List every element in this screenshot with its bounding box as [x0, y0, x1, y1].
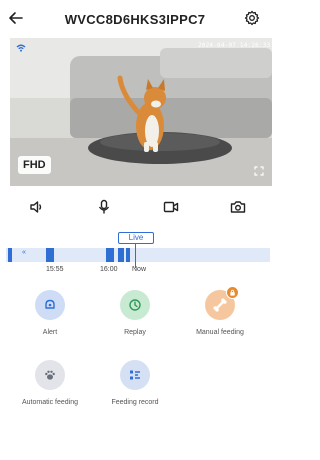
manual-feeding-badge	[226, 286, 239, 299]
replay-label: Replay	[124, 329, 146, 336]
alert-label: Alert	[42, 329, 58, 336]
snapshot-button[interactable]	[225, 194, 251, 220]
microphone-icon	[98, 199, 110, 214]
live-button[interactable]: Live	[118, 232, 154, 244]
recording-segment	[46, 248, 54, 262]
manual-feeding-action[interactable]: Manual feeding	[178, 286, 262, 336]
arrow-left-icon	[9, 12, 23, 24]
list-icon	[130, 370, 140, 380]
automatic-feeding-circle	[35, 360, 65, 390]
timeline-label: 15:55	[46, 266, 64, 273]
alert-circle	[35, 290, 65, 320]
feeding-record-label: Feeding record	[111, 399, 159, 406]
action-grid: Alert Replay Manual feeding Automatic fe…	[0, 286, 270, 420]
paw-icon	[45, 370, 55, 380]
playback-timeline[interactable]: Live « 15:55 16:00 Now	[0, 232, 270, 277]
settings-button[interactable]	[240, 6, 264, 30]
quality-button[interactable]: FHD	[18, 156, 51, 174]
timeline-cursor[interactable]	[135, 244, 136, 268]
recording-segment	[126, 248, 130, 262]
bell-icon	[45, 299, 55, 309]
video-timestamp: 2024-04-07 14:26:33	[198, 42, 271, 49]
recording-segment	[106, 248, 114, 262]
rewind-icon[interactable]: «	[22, 249, 26, 256]
camera-feed[interactable]: 2024-04-07 14:26:33 FHD	[10, 38, 272, 186]
top-bar: WVCC8D6HKS3IPPC7	[0, 0, 270, 38]
recording-segment	[8, 248, 12, 262]
back-button[interactable]	[4, 6, 28, 30]
manual-feeding-label: Manual feeding	[196, 329, 244, 336]
alert-action[interactable]: Alert	[8, 290, 92, 336]
lock-icon	[230, 289, 235, 296]
replay-icon	[129, 299, 141, 311]
automatic-feeding-action[interactable]: Automatic feeding	[8, 360, 92, 406]
record-icon	[163, 201, 179, 213]
microphone-button[interactable]	[91, 194, 117, 220]
gear-icon	[244, 10, 260, 26]
timeline-strip[interactable]	[6, 248, 270, 262]
speaker-icon	[30, 201, 42, 213]
replay-circle	[120, 290, 150, 320]
fullscreen-icon[interactable]	[254, 166, 264, 176]
device-title: WVCC8D6HKS3IPPC7	[64, 12, 206, 27]
snapshot-icon	[230, 201, 246, 213]
record-button[interactable]	[158, 194, 184, 220]
timeline-label: 16:00	[100, 266, 118, 273]
feeding-record-circle	[120, 360, 150, 390]
wifi-icon	[16, 44, 26, 52]
recording-segment	[118, 248, 124, 262]
bone-icon	[213, 298, 227, 312]
timeline-label: Now	[132, 266, 147, 273]
replay-action[interactable]: Replay	[93, 290, 177, 336]
feeding-record-action[interactable]: Feeding record	[93, 360, 177, 406]
manual-feeding-circle	[205, 286, 239, 320]
speaker-button[interactable]	[24, 194, 50, 220]
control-bar	[0, 192, 270, 222]
automatic-feeding-label: Automatic feeding	[21, 399, 79, 406]
